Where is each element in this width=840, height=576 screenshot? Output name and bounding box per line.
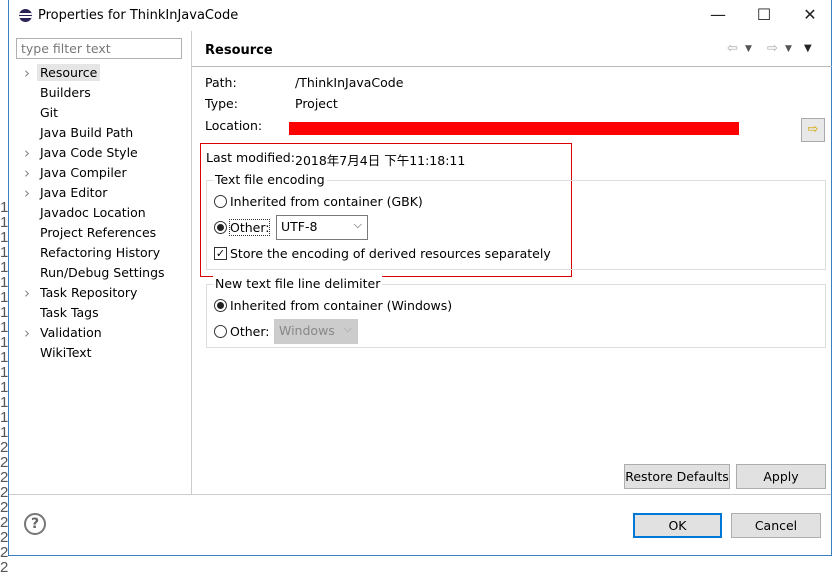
location-redacted [289, 122, 739, 135]
cancel-button[interactable]: Cancel [731, 513, 821, 538]
tree-item-label: Project References [40, 225, 157, 240]
line-delimiter-title: New text file line delimiter [213, 276, 383, 291]
tree-item-label: Task Tags [40, 305, 99, 320]
tree-item-javadoc-location[interactable]: Javadoc Location [19, 203, 165, 223]
encoding-select[interactable]: UTF-8 ⌵ [276, 215, 368, 240]
encoding-select-value: UTF-8 [281, 219, 318, 234]
chevron-down-icon: ⌵ [353, 218, 362, 231]
last-modified-label: Last modified: [206, 150, 295, 165]
chevron-right-icon[interactable]: › [24, 163, 30, 183]
tree-item-validation[interactable]: › Validation [19, 323, 165, 343]
tree-item-label: Run/Debug Settings [40, 265, 165, 280]
tree-item-git[interactable]: Git [19, 103, 165, 123]
text-encoding-title: Text file encoding [213, 172, 327, 187]
restore-defaults-button[interactable]: Restore Defaults [624, 464, 730, 489]
delimiter-select-value: Windows [279, 323, 335, 338]
delimiter-other-radio[interactable] [214, 325, 227, 338]
forward-arrow-icon[interactable]: ⇨ [767, 41, 778, 56]
encoding-inherited-radio[interactable] [214, 195, 227, 208]
tree-item-label: Resource [37, 64, 101, 81]
tree-item-task-repository[interactable]: › Task Repository [19, 283, 165, 303]
type-value: Project [295, 96, 338, 111]
back-arrow-icon[interactable]: ⇦ [727, 41, 738, 56]
filter-input[interactable]: type filter text [16, 38, 182, 59]
chevron-right-icon[interactable]: › [24, 283, 30, 303]
tree-item-java-editor[interactable]: › Java Editor [19, 183, 165, 203]
footer-divider [9, 494, 831, 495]
delimiter-inherited-label[interactable]: Inherited from container (Windows) [230, 298, 452, 313]
apply-button[interactable]: Apply [736, 464, 826, 489]
tree-item-label: Builders [40, 85, 91, 100]
path-label: Path: [205, 75, 237, 90]
chevron-right-icon[interactable]: › [24, 143, 30, 163]
type-label: Type: [205, 96, 238, 111]
delimiter-other-label[interactable]: Other: [230, 324, 269, 339]
window-title: Properties for ThinkInJavaCode [38, 8, 239, 23]
tree-item-resource[interactable]: › Resource [19, 63, 165, 83]
show-in-explorer-button[interactable]: ⇨ [801, 118, 825, 142]
tree-item-java-compiler[interactable]: › Java Compiler [19, 163, 165, 183]
store-derived-checkbox[interactable]: ✓ [214, 247, 227, 260]
tree-item-label: Javadoc Location [40, 205, 146, 220]
tree-item-task-tags[interactable]: Task Tags [19, 303, 165, 323]
minimize-button[interactable]: — [703, 4, 733, 26]
maximize-button[interactable]: ☐ [749, 4, 779, 26]
page-title: Resource [205, 43, 273, 58]
tree-item-run-debug-settings[interactable]: Run/Debug Settings [19, 263, 165, 283]
chevron-right-icon[interactable]: › [24, 63, 30, 83]
tree-item-label: Task Repository [40, 285, 138, 300]
encoding-other-radio[interactable] [214, 221, 227, 234]
delimiter-select: Windows ⌵ [274, 319, 358, 344]
page-header: Resource ⇦ ▼ ⇨ ▼ ▼ [192, 31, 832, 67]
encoding-inherited-label[interactable]: Inherited from container (GBK) [230, 194, 423, 209]
line-number: 2 [0, 559, 9, 576]
delimiter-inherited-radio[interactable] [214, 299, 227, 312]
tree-item-builders[interactable]: Builders [19, 83, 165, 103]
tree-item-label: Java Compiler [40, 165, 127, 180]
path-value: /ThinkInJavaCode [295, 75, 404, 90]
ok-button[interactable]: OK [633, 513, 722, 538]
forward-dropdown-icon[interactable]: ▼ [785, 44, 792, 54]
chevron-down-icon: ⌵ [343, 322, 352, 335]
tree-item-wikitext[interactable]: WikiText [19, 343, 165, 363]
property-tree: › Resource Builders Git Java Build Path › Java… [19, 63, 165, 363]
tree-item-label: Git [40, 105, 59, 120]
properties-dialog: Properties for ThinkInJavaCode — ☐ ✕ typ… [8, 0, 832, 556]
encoding-other-label[interactable]: Other: [228, 219, 271, 236]
tree-item-java-build-path[interactable]: Java Build Path [19, 123, 165, 143]
tree-item-java-code-style[interactable]: › Java Code Style [19, 143, 165, 163]
eclipse-icon [19, 9, 32, 22]
tree-item-label: Java Build Path [40, 125, 134, 140]
chevron-right-icon[interactable]: › [24, 183, 30, 203]
chevron-right-icon[interactable]: › [24, 323, 30, 343]
last-modified-value: 2018年7月4日 下午11:18:11 [295, 153, 466, 168]
back-dropdown-icon[interactable]: ▼ [745, 44, 752, 54]
tree-item-label: Validation [40, 325, 102, 340]
help-icon[interactable]: ? [24, 513, 46, 535]
view-menu-icon[interactable]: ▼ [804, 43, 812, 54]
tree-item-refactoring-history[interactable]: Refactoring History [19, 243, 165, 263]
close-button[interactable]: ✕ [795, 4, 825, 26]
tree-item-project-references[interactable]: Project References [19, 223, 165, 243]
tree-item-label: WikiText [40, 345, 92, 360]
title-bar: Properties for ThinkInJavaCode — ☐ ✕ [9, 0, 831, 30]
tree-item-label: Java Code Style [40, 145, 138, 160]
tree-item-label: Refactoring History [40, 245, 161, 260]
location-label: Location: [205, 118, 263, 133]
tree-item-label: Java Editor [40, 185, 108, 200]
store-derived-label[interactable]: Store the encoding of derived resources … [230, 246, 551, 261]
pane-divider[interactable] [191, 31, 192, 495]
